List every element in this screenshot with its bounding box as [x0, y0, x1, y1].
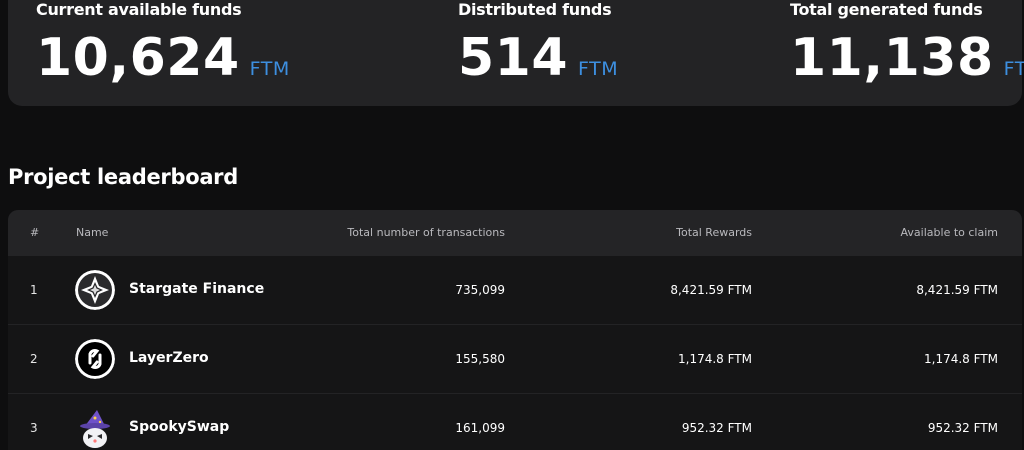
leaderboard-title: Project leaderboard: [8, 165, 238, 189]
rank-cell: 1: [30, 283, 38, 297]
fund-label: Current available funds: [36, 0, 242, 19]
available-to-claim-cell: 952.32 FTM: [927, 421, 998, 435]
column-header-total-rewards: Total Rewards: [676, 226, 752, 239]
layerzero-logo-icon: [75, 339, 115, 379]
rank-cell: 3: [30, 421, 38, 435]
total-rewards-cell: 8,421.59 FTM: [670, 283, 752, 297]
project-name[interactable]: Stargate Finance: [129, 281, 264, 297]
fund-label: Distributed funds: [458, 0, 612, 19]
total-rewards-cell: 1,174.8 FTM: [678, 352, 752, 366]
total-rewards-cell: 952.32 FTM: [681, 421, 752, 435]
table-row[interactable]: 1 Stargate Finance 735,099 8,421.59 FTM …: [8, 256, 1022, 325]
transactions-cell: 155,580: [455, 352, 505, 366]
spookyswap-logo-icon: [75, 408, 115, 448]
fund-value: 11,138: [790, 28, 994, 88]
fund-unit: FTM: [578, 58, 619, 80]
available-to-claim-cell: 1,174.8 FTM: [924, 352, 998, 366]
funds-summary-card: Current available funds 10,624 FTM Distri…: [8, 0, 1024, 106]
transactions-cell: 161,099: [455, 421, 505, 435]
available-to-claim-cell: 8,421.59 FTM: [916, 283, 998, 297]
fund-value: 10,624: [36, 28, 240, 88]
fund-label: Total generated funds: [790, 0, 983, 19]
fund-unit: FTM: [249, 58, 290, 80]
column-header-available-to-claim: Available to claim: [900, 226, 998, 239]
table-row[interactable]: 3 SpookySwap 161,099 952.32 FTM 952.32 F…: [8, 394, 1022, 450]
table-row[interactable]: 2 LayerZero 155,580 1,174.8 FTM 1,174.8 …: [8, 325, 1022, 394]
fund-value: 514: [458, 28, 569, 88]
stargate-logo-icon: [75, 270, 115, 310]
transactions-cell: 735,099: [455, 283, 505, 297]
fund-unit: FTM: [1003, 58, 1024, 80]
column-header-name: Name: [76, 226, 109, 239]
project-name[interactable]: SpookySwap: [129, 419, 229, 435]
column-header-transactions: Total number of transactions: [347, 226, 505, 239]
column-header-rank: #: [30, 226, 40, 239]
project-name[interactable]: LayerZero: [129, 350, 209, 366]
leaderboard-table: # Name Total number of transactions Tota…: [8, 210, 1022, 450]
rank-cell: 2: [30, 352, 38, 366]
table-header: # Name Total number of transactions Tota…: [8, 210, 1022, 256]
